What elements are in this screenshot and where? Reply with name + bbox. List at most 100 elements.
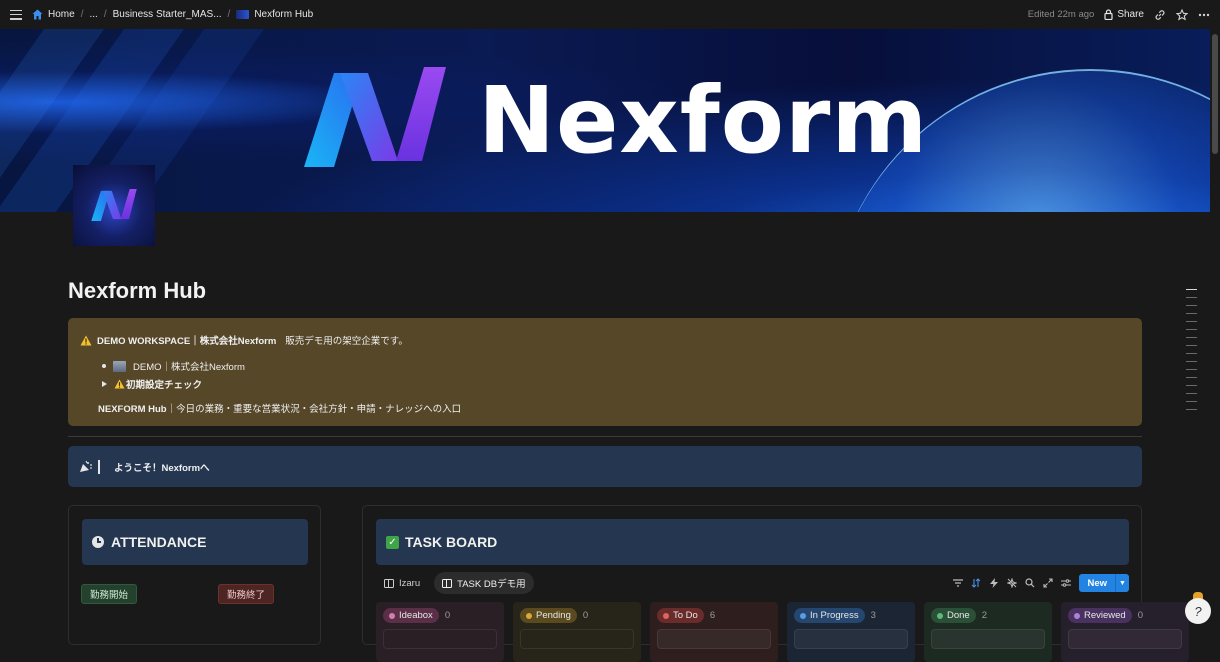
party-popper-icon: [80, 460, 92, 472]
cover-image: Nexform: [0, 29, 1210, 212]
status-dot-icon: [800, 612, 806, 619]
automation-bolt-icon[interactable]: [989, 578, 999, 588]
status-dot-icon: [663, 612, 669, 619]
tab-izaru[interactable]: Izaru: [376, 572, 428, 594]
share-label: Share: [1117, 9, 1144, 20]
attendance-header: ATTENDANCE: [82, 519, 308, 565]
new-label[interactable]: New: [1079, 574, 1115, 592]
start-work-button[interactable]: 勤務開始: [81, 584, 138, 604]
crumb-home-label: Home: [48, 9, 75, 20]
divider: [68, 436, 1142, 437]
database-views: Izaru TASK DBデモ用: [376, 572, 534, 594]
status-tag[interactable]: Done: [931, 608, 976, 623]
crumb-current-label: Nexform Hub: [254, 9, 314, 20]
status-tag[interactable]: To Do: [657, 608, 704, 623]
group-header: To Do 6: [657, 608, 771, 623]
sidebar-toggle-icon[interactable]: [10, 9, 22, 20]
status-dot-icon: [937, 612, 943, 619]
board-group: Ideabox 0: [376, 602, 504, 662]
crumb-business-starter[interactable]: Business Starter_MAS...: [113, 9, 222, 20]
crumb-home[interactable]: Home: [32, 9, 75, 20]
help-button[interactable]: ?: [1185, 598, 1211, 624]
status-label: Done: [947, 610, 970, 621]
board-group: Pending 0: [513, 602, 641, 662]
view-label: Izaru: [399, 577, 421, 589]
toggle-arrow-icon[interactable]: [102, 381, 107, 387]
board-groups: Ideabox 0 Pending 0 To Do 6 In Progress 3 Done 2 R…: [376, 602, 1189, 662]
lock-icon: [1104, 9, 1113, 20]
status-tag[interactable]: Reviewed: [1068, 608, 1132, 623]
new-item-button[interactable]: New ▼: [1079, 574, 1129, 592]
group-header: Pending 0: [520, 608, 634, 623]
group-header: Ideabox 0: [383, 608, 497, 623]
warning-description: 販売デモ用の架空企業です。: [285, 336, 408, 347]
demo-warning-callout: DEMO WORKSPACE｜株式会社Nexform 販売デモ用の架空企業です。…: [68, 318, 1142, 426]
status-label: Pending: [536, 610, 571, 621]
group-count: 0: [1137, 610, 1144, 621]
crumb-current-page[interactable]: Nexform Hub: [236, 9, 313, 20]
star-icon[interactable]: [1176, 8, 1188, 21]
card-title: [658, 630, 770, 642]
status-label: To Do: [673, 610, 698, 621]
search-icon[interactable]: [1025, 578, 1035, 588]
more-options-icon[interactable]: [1198, 9, 1210, 21]
hub-label: NEXFORM Hub: [98, 404, 167, 415]
home-icon: [32, 9, 43, 20]
page-scrollbar[interactable]: [1210, 29, 1220, 639]
board-card[interactable]: [931, 629, 1045, 649]
share-button[interactable]: Share: [1104, 9, 1144, 20]
table-view-icon: [384, 578, 394, 588]
page-icon[interactable]: [73, 165, 155, 246]
board-card[interactable]: [794, 629, 908, 649]
check-mark-icon: ✓: [386, 535, 399, 549]
tab-task-db[interactable]: TASK DBデモ用: [434, 572, 534, 594]
group-count: 0: [444, 610, 451, 621]
toggle-label: 初期設定チェック: [126, 380, 203, 391]
breadcrumb: Home / ... / Business Starter_MAS... / N…: [32, 9, 313, 20]
card-title: [521, 630, 633, 642]
filter-icon[interactable]: [953, 578, 964, 588]
status-tag[interactable]: Pending: [520, 608, 577, 623]
attendance-panel: ATTENDANCE 勤務開始 勤務終了: [68, 505, 321, 645]
clock-icon: [92, 536, 104, 548]
board-card[interactable]: [383, 629, 497, 649]
welcome-text: ようこそ！Nexformへ: [114, 462, 210, 474]
group-count: 2: [981, 610, 988, 621]
board-group: To Do 6: [650, 602, 778, 662]
ai-sparkle-off-icon[interactable]: [1007, 578, 1018, 588]
top-bar: Home / ... / Business Starter_MAS... / N…: [0, 0, 1220, 29]
attendance-title: ATTENDANCE: [111, 534, 207, 550]
group-count: 6: [709, 610, 716, 621]
view-label: TASK DBデモ用: [457, 579, 526, 590]
group-header: In Progress 3: [794, 608, 908, 623]
crumb-ellipsis[interactable]: ...: [89, 9, 97, 20]
task-board-header: ✓ TASK BOARD: [376, 519, 1129, 565]
link-icon[interactable]: [1154, 9, 1166, 21]
status-tag[interactable]: Ideabox: [383, 608, 439, 623]
expand-icon[interactable]: [1043, 578, 1054, 588]
hub-description: ｜今日の業務・重要な営業状況・会社方針・申請・ナレッジへの入口: [166, 404, 462, 415]
page-title[interactable]: Nexform Hub: [68, 278, 206, 304]
task-board-panel: ✓ TASK BOARD Izaru TASK DBデモ用 New ▼ Idea…: [362, 505, 1189, 662]
toggle-initial-setup[interactable]: 初期設定チェック: [102, 375, 245, 393]
cover-logo-text: Nexform: [478, 67, 929, 174]
page-mini-icon: [236, 10, 250, 19]
warning-title: DEMO WORKSPACE｜株式会社Nexform: [97, 336, 277, 347]
task-board-title: TASK BOARD: [405, 534, 498, 550]
board-card[interactable]: [520, 629, 634, 649]
group-count: 0: [582, 610, 589, 621]
board-card[interactable]: [1068, 629, 1182, 649]
end-work-button[interactable]: 勤務終了: [218, 584, 275, 604]
warning-icon: [80, 335, 92, 345]
settings-sliders-icon[interactable]: [1061, 578, 1072, 588]
office-building-icon: [113, 360, 126, 372]
warning-icon: [114, 379, 125, 389]
board-view-icon: [442, 578, 453, 588]
sort-icon[interactable]: [971, 578, 981, 588]
status-dot-icon: [526, 612, 532, 619]
board-card[interactable]: [657, 629, 771, 649]
status-tag[interactable]: In Progress: [794, 608, 865, 623]
chevron-down-icon[interactable]: ▼: [1115, 574, 1129, 592]
card-title: [932, 630, 1044, 642]
table-of-contents-indicator[interactable]: [1186, 289, 1197, 417]
